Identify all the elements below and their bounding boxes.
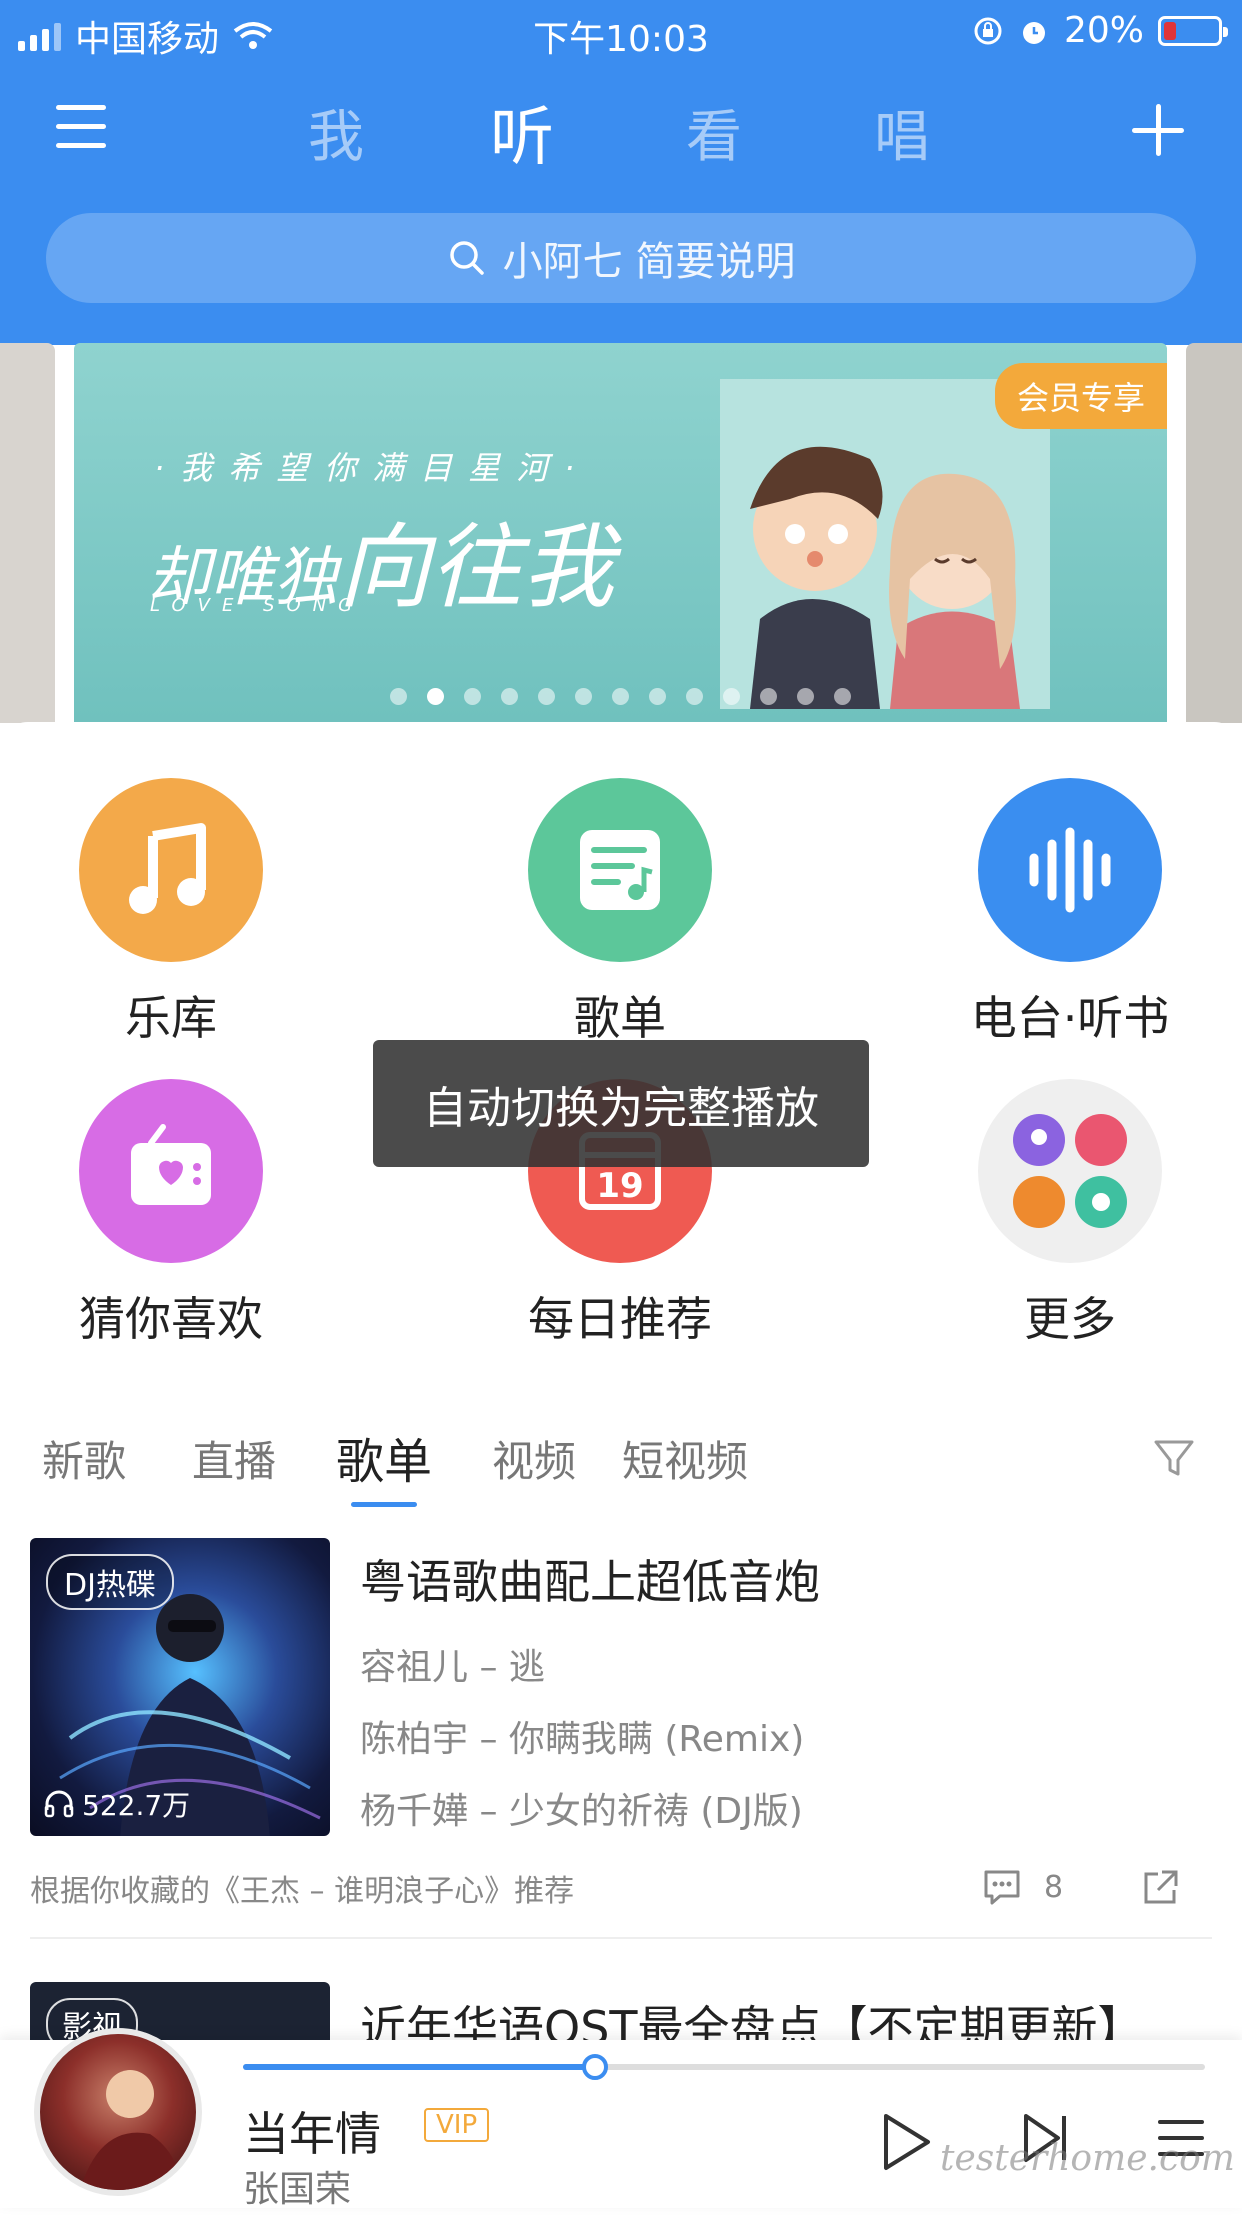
artist-photo [80,2070,180,2190]
banner-next-peek[interactable] [1186,343,1242,723]
status-bar: 中国移动 下午10:03 20% [0,0,1242,62]
alarm-icon [1022,21,1045,44]
category-label: 电台·听书 [970,991,1170,1045]
banner-pagination [74,688,1167,705]
playlist-song: 杨千嬅 – 少女的祈祷 (DJ版) [360,1791,803,1832]
category-guess-you-like[interactable]: 猜你喜欢 [41,1079,301,1349]
playlist-title[interactable]: 近年华语OST最全盘点【不定期更新】 [360,1992,1144,2042]
radio-heart-icon [79,1079,263,1263]
banner-prev-peek[interactable] [0,343,55,723]
vip-exclusive-badge: 会员专享 [994,363,1167,429]
category-label: 乐库 [125,991,217,1045]
playlist-song: 容祖儿 – 逃 [360,1647,545,1688]
playlist-cover-2[interactable]: 影视 [30,1982,330,2042]
comment-icon [984,1870,1020,1905]
rotation-lock-icon [974,17,1002,44]
calendar-day: 19 [596,1166,643,1206]
content-tabs: 新歌 直播 歌单 视频 短视频 [0,1420,1242,1510]
divider [30,1937,1212,1939]
now-playing-title: 当年情 [243,2107,381,2161]
progress-fill [243,2064,596,2070]
play-count: 522.7万 [44,1784,190,1824]
playlist-card-2[interactable]: 影视 近年华语OST最全盘点【不定期更新】 [30,1982,1212,2042]
tab-watch[interactable]: 看 [686,92,742,173]
soundwave-icon [978,778,1162,962]
menu-icon[interactable] [56,105,106,149]
share-icon[interactable] [1142,1868,1180,1906]
banner-dot[interactable] [834,688,851,705]
now-playing-artist: 张国荣 [243,2169,352,2210]
playlist-tag: DJ热碟 [46,1554,174,1610]
watermark: testerhome.com [940,2138,1235,2179]
banner-tagline: LOVE SONG [150,595,365,616]
category-label: 猜你喜欢 [79,1292,263,1346]
active-tab-indicator [351,1502,417,1507]
banner-dot[interactable] [797,688,814,705]
header: 中国移动 下午10:03 20% 我 听 看 唱 小阿七 简要说明 [0,0,1242,345]
search-icon [449,241,484,275]
category-label: 歌单 [574,991,666,1045]
category-more[interactable]: 更多 [940,1079,1200,1349]
banner-dot[interactable] [649,688,666,705]
playlist-title[interactable]: 粤语歌曲配上超低音炮 [360,1546,820,1612]
more-grid-icon [978,1079,1162,1263]
category-radio-audiobook[interactable]: 电台·听书 [940,778,1200,1048]
vip-badge: VIP [424,2108,490,2142]
recommend-reason: 根据你收藏的《王杰 – 谁明浪子心》推荐 [30,1874,575,1909]
banner-dot[interactable] [538,688,555,705]
play-count-value: 522.7万 [82,1789,191,1822]
battery-icon [1158,15,1228,46]
subtab-playlists[interactable]: 歌单 [336,1422,432,1492]
playlist-icon [528,778,712,962]
subtab-video[interactable]: 视频 [492,1428,576,1489]
headphones-icon [44,1790,74,1818]
banner-dot[interactable] [575,688,592,705]
banner-dot[interactable] [723,688,740,705]
playlist-song: 陈柏宇 – 你瞒我瞒 (Remix) [360,1719,805,1760]
subtab-new-songs[interactable]: 新歌 [42,1428,126,1489]
comment-count: 8 [1044,1869,1064,1905]
banner-subtitle: ·我希望你满目星河· [154,449,591,487]
category-label: 每日推荐 [528,1292,712,1346]
play-icon[interactable] [878,2110,934,2174]
toast-message: 自动切换为完整播放 [373,1040,869,1167]
add-icon[interactable] [1132,104,1184,156]
album-avatar[interactable] [34,2028,202,2196]
playlist-cover[interactable]: DJ热碟 522.7万 [30,1538,330,1836]
battery-percent: 20% [1063,10,1144,51]
banner-dot[interactable] [390,688,407,705]
couple-illustration [720,379,1050,709]
banner-dot[interactable] [760,688,777,705]
banner-dot[interactable] [612,688,629,705]
banner[interactable]: ·我希望你满目星河· 却唯独向往我 LOVE SONG 会员专享 [74,343,1167,743]
banner-dot[interactable] [686,688,703,705]
banner-dot[interactable] [501,688,518,705]
filter-icon[interactable] [1152,1436,1196,1480]
banner-title-large: 向往我 [338,514,615,621]
music-note-icon [79,778,263,962]
category-label: 更多 [1024,1292,1116,1346]
progress-knob[interactable] [582,2054,609,2080]
top-nav: 我 听 看 唱 [0,80,1242,180]
category-library[interactable]: 乐库 [41,778,301,1048]
progress-bar[interactable] [243,2054,1205,2080]
comment-button[interactable]: 8 [982,1868,1063,1906]
tab-listen[interactable]: 听 [490,86,554,178]
banner-dot[interactable] [427,688,444,705]
tab-sing[interactable]: 唱 [874,92,930,173]
subtab-live[interactable]: 直播 [192,1428,276,1489]
category-playlist[interactable]: 歌单 [490,778,750,1048]
tab-me[interactable]: 我 [308,92,364,173]
search-bar[interactable]: 小阿七 简要说明 [46,213,1196,303]
subtab-short-video[interactable]: 短视频 [622,1428,748,1489]
search-placeholder: 小阿七 简要说明 [502,239,796,285]
banner-dot[interactable] [464,688,481,705]
